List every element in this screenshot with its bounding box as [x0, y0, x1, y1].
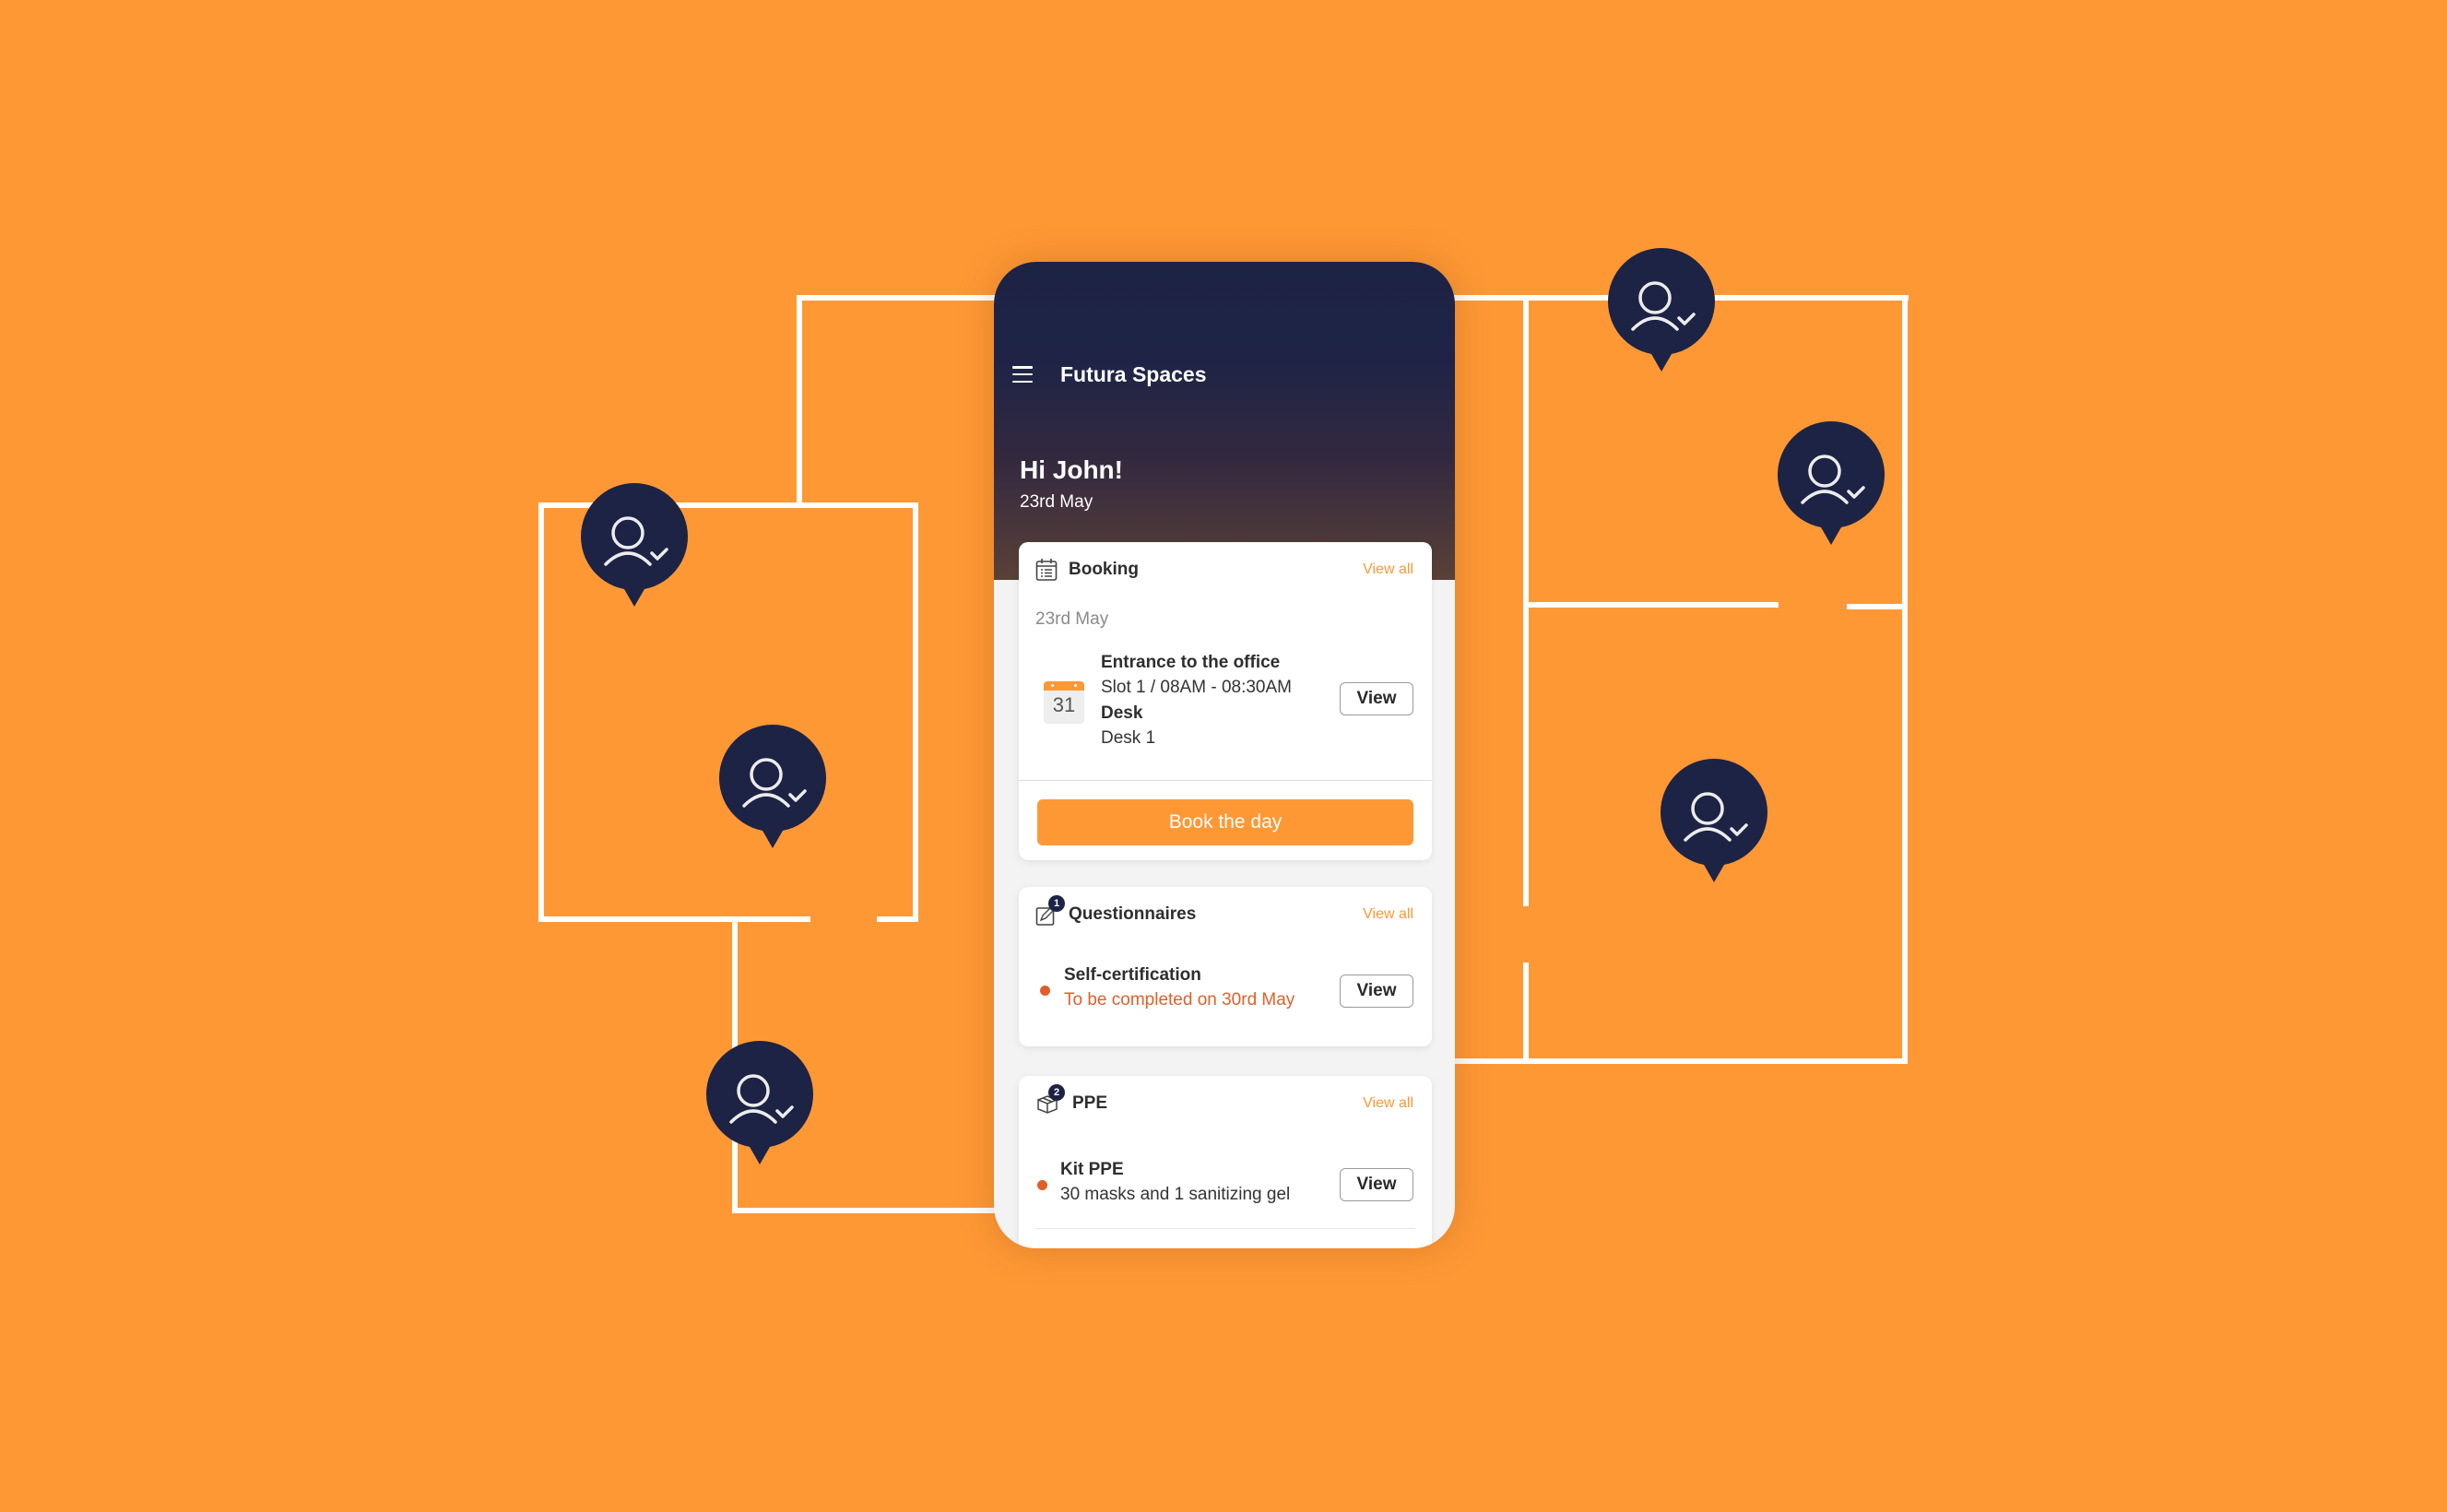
wall — [1523, 295, 1529, 906]
ppe-title: PPE — [1072, 1093, 1108, 1113]
user-check-icon — [1661, 759, 1767, 882]
ppe-view-button[interactable]: View — [1340, 1168, 1413, 1201]
wall — [1523, 602, 1779, 608]
wall — [797, 295, 802, 507]
wall — [877, 916, 918, 922]
booking-item-resource-value: Desk 1 — [1101, 728, 1156, 748]
questionnaire-view-button[interactable]: View — [1340, 975, 1413, 1008]
booking-item-title: Entrance to the office — [1101, 653, 1281, 672]
greeting-title: Hi John! — [1020, 455, 1123, 484]
booking-item-resource-label: Desk — [1101, 703, 1143, 723]
wall — [1902, 295, 1908, 1064]
booking-title: Booking — [1069, 560, 1139, 579]
app-header: Futura Spaces Hi John! 23rd May — [994, 262, 1455, 580]
booking-card-header: Booking View all — [1035, 556, 1413, 584]
hamburger-menu-icon[interactable] — [1012, 366, 1033, 383]
divider — [1035, 1228, 1415, 1229]
map-pin[interactable] — [718, 725, 827, 848]
ppe-item-description: 30 masks and 1 sanitizing gel — [1060, 1185, 1291, 1204]
map-pin[interactable] — [705, 1041, 814, 1164]
booking-item-slot: Slot 1 / 08AM - 08:30AM — [1101, 678, 1292, 697]
divider — [1019, 780, 1432, 781]
wall — [1523, 963, 1529, 1064]
user-check-icon — [581, 483, 688, 607]
package-box-icon: 2 — [1035, 1084, 1065, 1116]
user-check-icon — [1778, 421, 1885, 545]
ppe-card: 2 PPE View all Kit PPE 30 masks and 1 sa… — [1019, 1076, 1432, 1248]
ppe-count-badge: 2 — [1048, 1084, 1065, 1101]
booking-view-all-link[interactable]: View all — [1363, 561, 1413, 578]
map-pin[interactable] — [1607, 248, 1716, 372]
booking-date: 23rd May — [1035, 609, 1109, 629]
status-dot — [1040, 986, 1050, 996]
questionnaire-item-title: Self-certification — [1064, 965, 1201, 985]
user-check-icon — [706, 1041, 813, 1164]
booking-card: Booking View all 23rd May 31 Entrance to… — [1019, 542, 1432, 860]
wall — [913, 502, 918, 922]
app-title: Futura Spaces — [1060, 361, 1207, 386]
status-dot — [1037, 1180, 1047, 1190]
ppe-card-header: 2 PPE View all — [1035, 1084, 1413, 1117]
questionnaires-count-badge: 1 — [1048, 895, 1065, 912]
phone-app-screen: Futura Spaces Hi John! 23rd May Booking … — [994, 262, 1455, 1248]
calendar-list-icon — [1035, 558, 1059, 582]
questionnaires-card: 1 Questionnaires View all Self-certifica… — [1019, 887, 1432, 1046]
wall — [732, 1208, 999, 1213]
map-pin[interactable] — [1777, 421, 1885, 545]
questionnaire-item-status: To be completed on 30rd May — [1064, 990, 1295, 1010]
booking-item: 31 Entrance to the office Slot 1 / 08AM … — [1019, 653, 1432, 754]
questionnaires-view-all-link[interactable]: View all — [1363, 906, 1413, 923]
app-bar: Futura Spaces — [1012, 354, 1207, 395]
ppe-view-all-link[interactable]: View all — [1363, 1095, 1413, 1112]
greeting-date: 23rd May — [1020, 492, 1093, 512]
wall — [538, 502, 544, 922]
questionnaires-title: Questionnaires — [1069, 904, 1197, 924]
questionnaires-card-header: 1 Questionnaires View all — [1035, 895, 1413, 928]
booking-view-button[interactable]: View — [1340, 682, 1413, 715]
ppe-item-title: Kit PPE — [1060, 1160, 1124, 1179]
book-the-day-button[interactable]: Book the day — [1037, 799, 1413, 845]
user-check-icon — [1608, 248, 1715, 372]
edit-note-icon: 1 — [1035, 895, 1065, 927]
wall — [797, 295, 996, 301]
user-check-icon — [719, 725, 826, 848]
wall — [1451, 1058, 1908, 1064]
wall — [538, 916, 810, 922]
map-pin[interactable] — [580, 483, 689, 607]
wall — [1847, 604, 1908, 609]
calendar-31-icon: 31 — [1044, 681, 1084, 724]
map-pin[interactable] — [1660, 759, 1768, 882]
